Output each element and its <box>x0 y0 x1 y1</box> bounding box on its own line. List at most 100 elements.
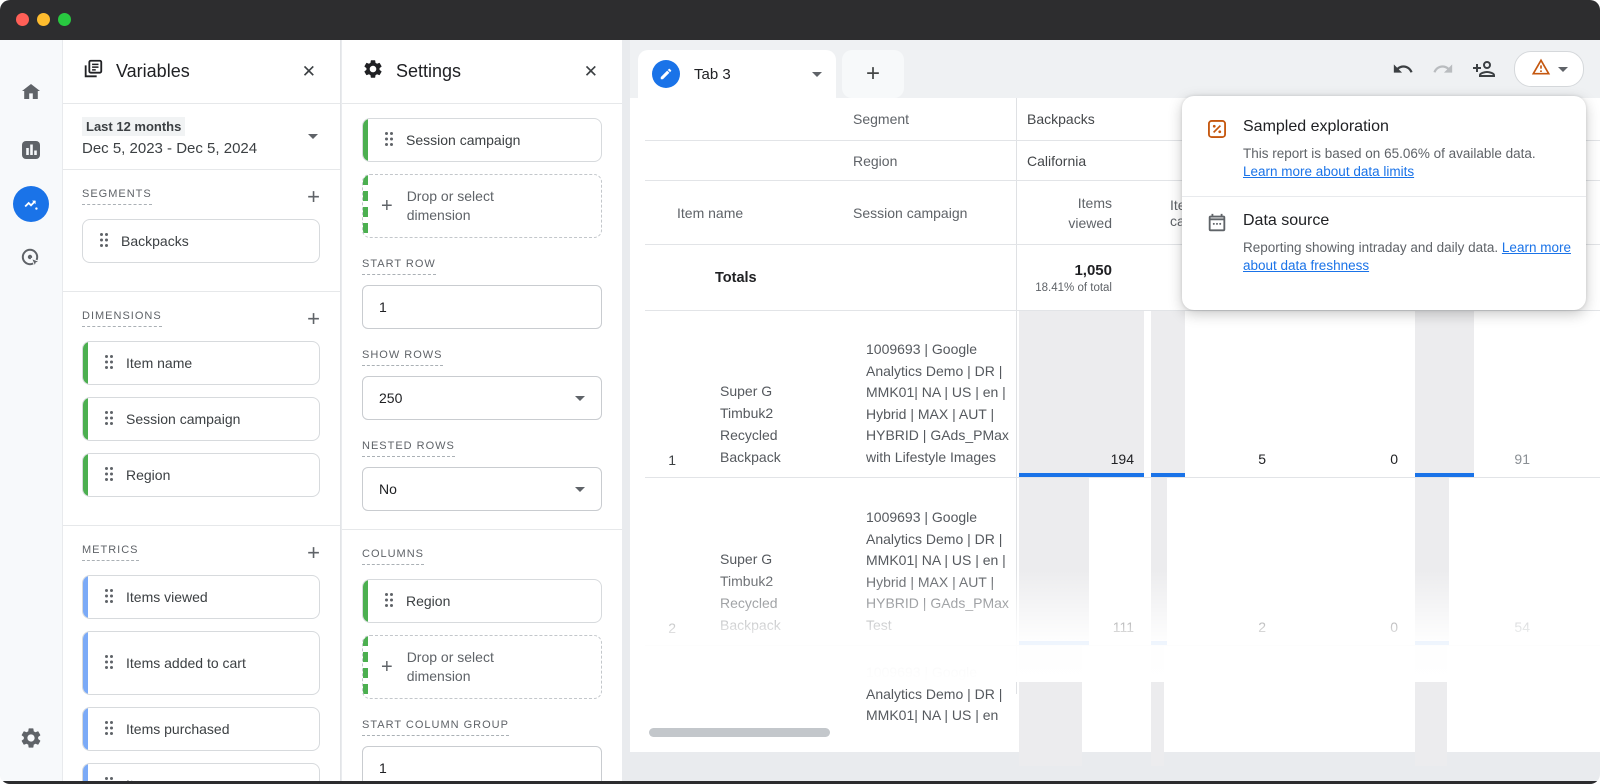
items-purchased-cell: 0 <box>1280 311 1412 477</box>
nav-rail <box>0 40 63 784</box>
start-row-label: START ROW <box>362 258 436 275</box>
plus-icon: + <box>381 195 393 218</box>
add-dimension-button[interactable]: + <box>307 311 320 327</box>
segment-header-value: Backpacks <box>1016 98 1148 140</box>
totals-value: 1,050 <box>1074 262 1112 279</box>
show-rows-select[interactable]: 250 <box>362 376 602 420</box>
sampled-exploration-section: Sampled exploration This report is based… <box>1206 118 1562 181</box>
region-header-label: Region <box>850 141 1016 180</box>
columns-dimension-chip-label: Region <box>406 592 450 610</box>
segment-header-label: Segment <box>850 98 1016 140</box>
drag-handle-icon <box>99 232 109 251</box>
advertising-icon <box>19 246 43 270</box>
show-rows-label: SHOW ROWS <box>362 349 443 366</box>
start-row-input[interactable]: 1 <box>362 285 602 329</box>
item-revenue-cell: 91 <box>1412 311 1544 477</box>
tab-tab3[interactable]: Tab 3 <box>638 50 836 98</box>
gear-icon <box>19 726 43 750</box>
data-limits-link[interactable]: Learn more about data limits <box>1243 164 1414 179</box>
home-icon <box>19 80 43 104</box>
variables-icon <box>82 58 104 85</box>
show-rows-value: 250 <box>379 390 402 406</box>
columns-dimension-chip[interactable]: Region <box>362 579 602 623</box>
sampling-status-button[interactable] <box>1514 51 1584 87</box>
add-tab-button[interactable]: + <box>842 50 904 98</box>
metric-chip[interactable]: Item revenue <box>82 763 320 784</box>
reports-icon <box>20 139 42 161</box>
nav-reports[interactable] <box>0 126 62 174</box>
redo-button[interactable] <box>1432 58 1454 80</box>
share-add-user-button[interactable] <box>1472 57 1496 81</box>
close-icon[interactable]: ✕ <box>298 58 320 86</box>
settings-panel: Settings ✕ Session campaign + Drop or se… <box>342 40 622 784</box>
dimension-chip[interactable]: Region <box>82 453 320 497</box>
segment-chip[interactable]: Backpacks <box>82 219 320 263</box>
pencil-icon <box>652 60 680 88</box>
undo-button[interactable] <box>1392 58 1414 80</box>
rows-dimension-chip-label: Session campaign <box>406 131 520 149</box>
metric-chip[interactable]: Items added to cart <box>82 631 320 695</box>
column-header-item-name[interactable]: Item name <box>645 181 850 244</box>
sampling-popup: Sampled exploration This report is based… <box>1182 96 1586 310</box>
items-viewed-cell: 194 <box>1016 311 1148 477</box>
nav-home[interactable] <box>0 68 62 116</box>
nested-rows-select[interactable]: No <box>362 467 602 511</box>
items-added-cell: 5 <box>1148 311 1280 477</box>
date-range-picker[interactable]: Last 12 months Dec 5, 2023 - Dec 5, 2024 <box>62 104 340 170</box>
session-campaign-cell: 1009693 | Google Analytics Demo | DR | M… <box>850 311 1016 477</box>
column-header-session-campaign[interactable]: Session campaign <box>850 181 1016 244</box>
settings-title: Settings <box>396 61 568 82</box>
chevron-down-icon <box>575 396 585 401</box>
dimension-chip[interactable]: Item name <box>82 341 320 385</box>
start-column-group-input[interactable]: 1 <box>362 746 602 784</box>
column-header-items-viewed[interactable]: Items viewed <box>1016 181 1148 244</box>
nav-advertising[interactable] <box>0 234 62 282</box>
data-source-section: Data source Reporting showing intraday a… <box>1206 212 1562 275</box>
columns-label: COLUMNS <box>362 548 424 565</box>
macos-titlebar <box>0 0 1600 40</box>
start-column-group-label: START COLUMN GROUP <box>362 719 509 736</box>
chevron-down-icon <box>1558 67 1568 72</box>
rows-drop-dimension-zone[interactable]: + Drop or select dimension <box>362 174 602 238</box>
chevron-down-icon <box>308 134 318 139</box>
drop-zone-label: Drop or select dimension <box>407 648 527 686</box>
minimize-window-button[interactable] <box>37 13 50 26</box>
drag-handle-icon <box>104 354 114 373</box>
row-index: 1 <box>645 311 690 477</box>
metric-chip-label: Items purchased <box>126 720 230 738</box>
close-icon[interactable]: ✕ <box>580 58 602 86</box>
metric-chip[interactable]: Items purchased <box>82 707 320 751</box>
table-bottom-fade <box>630 570 1600 682</box>
nav-admin[interactable] <box>0 714 62 762</box>
columns-drop-dimension-zone[interactable]: + Drop or select dimension <box>362 635 602 699</box>
drag-handle-icon <box>104 410 114 429</box>
variables-panel: Variables ✕ Last 12 months Dec 5, 2023 -… <box>62 40 341 784</box>
fullscreen-window-button[interactable] <box>58 13 71 26</box>
add-segment-button[interactable]: + <box>307 189 320 205</box>
nested-rows-value: No <box>379 481 397 497</box>
segment-chip-label: Backpacks <box>121 232 189 250</box>
dimension-chip[interactable]: Session campaign <box>82 397 320 441</box>
metric-chip-label: Item revenue <box>126 776 208 784</box>
drop-zone-label: Drop or select dimension <box>407 187 527 225</box>
metric-chip[interactable]: Items viewed <box>82 575 320 619</box>
metric-chip-label: Items added to cart <box>126 654 246 672</box>
horizontal-scrollbar[interactable] <box>649 728 830 737</box>
nested-rows-label: NESTED ROWS <box>362 440 455 457</box>
tab-strip: Tab 3 + <box>630 40 1600 98</box>
gear-icon <box>362 58 384 85</box>
totals-items-viewed-cell: 1,050 18.41% of total <box>1016 245 1148 310</box>
data-source-title: Data source <box>1243 212 1579 230</box>
dimensions-label: DIMENSIONS <box>82 310 162 327</box>
explore-icon <box>13 186 49 222</box>
canvas-toolbar <box>1392 51 1584 87</box>
totals-percent: 18.41% of total <box>1035 282 1112 294</box>
calendar-icon <box>1206 212 1228 275</box>
rows-dimension-chip[interactable]: Session campaign <box>362 118 602 162</box>
nav-explore-active[interactable] <box>0 180 62 228</box>
close-window-button[interactable] <box>16 13 29 26</box>
date-preset: Last 12 months <box>82 117 185 136</box>
add-metric-button[interactable]: + <box>307 545 320 561</box>
chevron-down-icon <box>812 72 822 77</box>
table-row[interactable]: 1 Super G Timbuk2 Recycled Backpack 1009… <box>645 311 1600 478</box>
